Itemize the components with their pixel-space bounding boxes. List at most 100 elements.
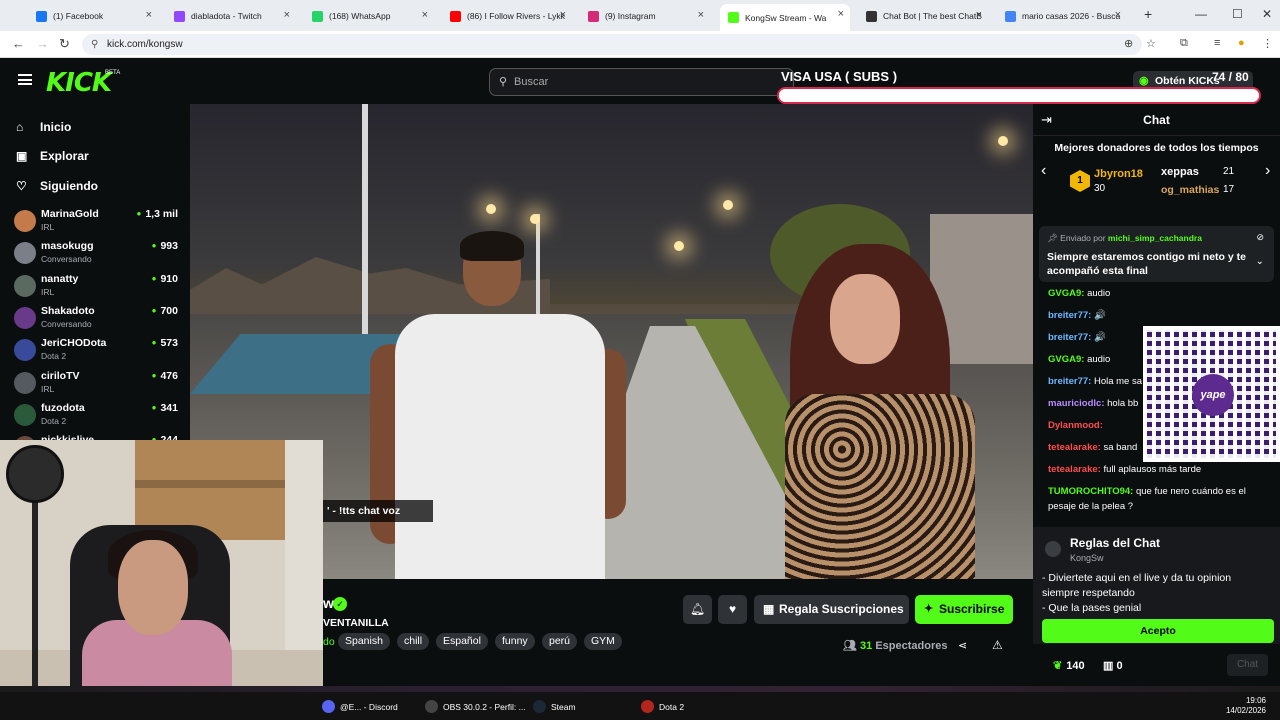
zoom-icon[interactable]: ⊕ (1124, 37, 1133, 50)
chat-username[interactable]: Dylanmood: (1048, 420, 1103, 431)
chevron-down-icon[interactable]: ⌄ (1256, 256, 1264, 267)
chat-username[interactable]: breiter77: (1048, 376, 1091, 387)
gift-subs-button[interactable]: ▦ Regala Suscripciones (754, 595, 909, 624)
hide-pin-icon[interactable]: ⊘ (1256, 232, 1264, 243)
browser-tab[interactable]: Chat Bot | The best ChatB × (858, 5, 988, 27)
nav-siguiendo[interactable]: ♡ Siguiendo (16, 179, 98, 193)
pinned-user[interactable]: michi_simp_cachandra (1108, 233, 1202, 243)
chat-username[interactable]: breiter77: (1048, 332, 1091, 343)
report-icon[interactable]: ⚠ (992, 638, 1003, 652)
forward-icon[interactable]: → (36, 36, 49, 51)
subscribe-button[interactable]: ✦ Suscribirse (915, 595, 1013, 624)
taskbar-app[interactable]: OBS 30.0.2 - Perfil: ... (425, 700, 526, 713)
followed-channel[interactable]: ciriloTVIRL 476 (14, 368, 184, 400)
browser-tab[interactable]: (168) WhatsApp × (304, 5, 434, 27)
close-tab-icon[interactable]: × (560, 9, 566, 21)
notification-bell-button[interactable]: 🔔︎ (683, 595, 712, 624)
stream-category[interactable]: do (323, 636, 335, 648)
profile-icon[interactable]: ● (1238, 37, 1245, 49)
minimize-icon[interactable]: — (1195, 7, 1207, 21)
tag-chip[interactable]: funny (495, 633, 535, 650)
chat-message: breiter77: 🔊 (1048, 310, 1106, 321)
channel-viewers: 910 (152, 273, 178, 285)
chat-username[interactable]: GVGA9: (1048, 288, 1084, 299)
search-input[interactable]: ⚲ Buscar (489, 68, 794, 96)
close-tab-icon[interactable]: × (1115, 9, 1121, 21)
extensions-icon[interactable]: ⧉ (1180, 37, 1188, 50)
close-tab-icon[interactable]: × (698, 9, 704, 21)
chat-text: full aplausos más tarde (1103, 464, 1202, 475)
tab-favicon-icon (174, 10, 185, 22)
bell-icon: 🔔︎ (689, 602, 706, 616)
browser-tab[interactable]: diabladota - Twitch × (166, 5, 296, 27)
taskbar-app[interactable]: Steam (533, 700, 576, 713)
new-tab-button[interactable]: + (1144, 6, 1152, 22)
site-info-icon[interactable]: ⚲ (91, 39, 98, 50)
followed-channel[interactable]: ShakadotoConversando 700 (14, 303, 184, 335)
browser-tab[interactable]: (9) Instagram × (580, 5, 710, 27)
browser-tab[interactable]: (1) Facebook × (28, 5, 158, 27)
close-tab-icon[interactable]: × (422, 9, 428, 21)
channel-points[interactable]: ❦ 140 (1053, 659, 1085, 672)
chat-username[interactable]: mauriciodlc: (1048, 398, 1105, 409)
top-donors-header: Mejores donadores de todos los tiempos (1054, 142, 1259, 154)
chat-username[interactable]: TUMOROCHITO94: (1048, 486, 1133, 497)
maximize-icon[interactable]: ☐ (1232, 7, 1243, 21)
bookmark-star-icon[interactable]: ☆ (1146, 37, 1156, 50)
followed-channel[interactable]: JeriCHODotaDota 2 573 (14, 335, 184, 367)
qr-pattern: yape (1147, 330, 1276, 458)
followed-channel[interactable]: nanattyIRL 910 (14, 271, 184, 303)
subscribe-label: Suscribirse (939, 602, 1005, 616)
chat-username[interactable]: GVGA9: (1048, 354, 1084, 365)
taskbar-app[interactable]: Dota 2 (641, 700, 684, 713)
close-tab-icon[interactable]: × (146, 9, 152, 21)
tag-chip[interactable]: perú (542, 633, 578, 650)
menu-hamburger-icon[interactable] (18, 74, 32, 85)
chat-message: GVGA9: audio (1048, 288, 1110, 299)
followed-channel[interactable]: MarinaGold IRL 1,3 mil (14, 206, 184, 238)
close-tab-icon[interactable]: × (976, 9, 982, 21)
channel-avatar (1045, 541, 1061, 557)
taskbar-app[interactable]: @E... - Discord (322, 700, 398, 713)
tab-title: KongSw Stream - Wa (745, 12, 827, 23)
browser-tab[interactable]: KongSw Stream - Wa × (720, 4, 850, 31)
nav-explorar[interactable]: ▣ Explorar (16, 149, 89, 163)
store-count[interactable]: ▥ 0 (1103, 659, 1123, 672)
followed-channel[interactable]: masokuggConversando 993 (14, 238, 184, 270)
tag-chip[interactable]: chill (397, 633, 430, 650)
rank-badge: 1 (1070, 170, 1090, 192)
share-icon[interactable]: ⋖ (958, 639, 967, 652)
tag-chip[interactable]: GYM (584, 633, 622, 650)
donor-name[interactable]: Jbyron18 (1094, 168, 1143, 180)
nav-inicio[interactable]: ⌂ Inicio (16, 120, 71, 134)
donor-name[interactable]: og_mathias (1161, 184, 1219, 196)
pinned-message[interactable]: 📌︎ Enviado por michi_simp_cachandra Siem… (1039, 226, 1274, 282)
url-input[interactable]: ⚲ kick.com/kongsw (82, 34, 1142, 55)
donor-name[interactable]: xeppas (1161, 166, 1199, 178)
follow-heart-button[interactable]: ♥ (718, 595, 747, 624)
tts-overlay-text: ' - !tts chat voz (323, 500, 433, 522)
close-tab-icon[interactable]: × (284, 9, 290, 21)
back-icon[interactable]: ← (12, 36, 25, 51)
close-tab-icon[interactable]: × (838, 8, 844, 20)
reload-icon[interactable]: ↻ (59, 36, 70, 52)
browser-tab[interactable]: mario casas 2026 - Busca × (997, 5, 1127, 27)
chat-text: que fue nero cuándo es el (1135, 486, 1246, 497)
menu-icon[interactable]: ⋮ (1262, 37, 1273, 50)
chat-username[interactable]: breiter77: (1048, 310, 1091, 321)
chat-username[interactable]: tetealarake: (1048, 442, 1101, 453)
followed-channel[interactable]: fuzodotaDota 2 341 (14, 400, 184, 432)
chat-username[interactable]: tetealarake: (1048, 464, 1101, 475)
send-chat-button[interactable]: Chat (1227, 654, 1268, 676)
tab-title: mario casas 2026 - Busca (1022, 11, 1121, 21)
tag-chip[interactable]: Spanish (338, 633, 390, 650)
accept-rules-button[interactable]: Acepto (1042, 619, 1274, 643)
taskbar-clock[interactable]: 19:06 14/02/2026 (1226, 696, 1266, 716)
tag-chip[interactable]: Español (436, 633, 488, 650)
kick-logo[interactable]: KICK (46, 68, 112, 98)
browser-tab[interactable]: (86) I Follow Rivers - Lykk × (442, 5, 572, 27)
chevron-right-icon[interactable]: › (1265, 162, 1270, 180)
close-window-icon[interactable]: ✕ (1262, 7, 1272, 21)
tab-search-icon[interactable]: ≡ (1214, 37, 1220, 49)
chevron-left-icon[interactable]: ‹ (1041, 162, 1046, 180)
